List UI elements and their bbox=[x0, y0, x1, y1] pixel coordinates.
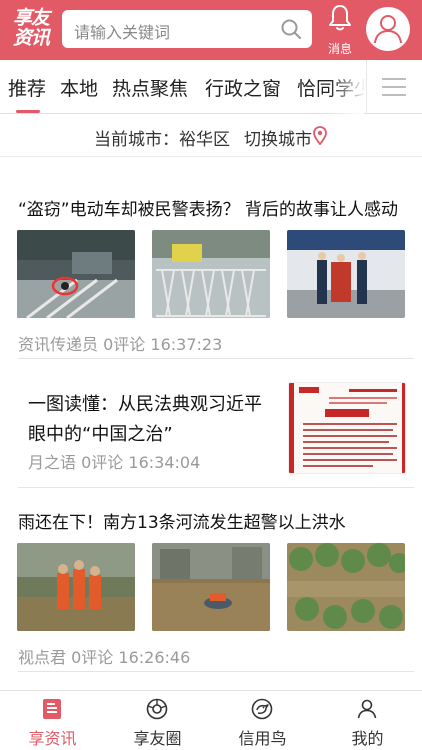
switch-city-link[interactable]: 切换城市 bbox=[244, 125, 312, 150]
divider bbox=[18, 358, 414, 359]
user-avatar[interactable] bbox=[366, 7, 410, 51]
nav-mine[interactable]: 我的 bbox=[315, 691, 420, 750]
news-time: 16:37:23 bbox=[150, 335, 223, 354]
person-icon bbox=[357, 699, 377, 719]
news-title-line1[interactable]: 一图读懂：从民法典观习近平 bbox=[28, 390, 262, 416]
news-item[interactable]: 一图读懂：从民法典观习近平 眼中的“中国之治” 月之语 0评论 16:34:04 bbox=[0, 360, 422, 490]
current-city: 当前城市：裕华区 bbox=[94, 130, 230, 150]
news-thumbnail[interactable] bbox=[152, 230, 270, 318]
news-image bbox=[289, 383, 405, 473]
nav-credit-bird[interactable]: 信用鸟 bbox=[210, 691, 315, 750]
messages-button[interactable]: 消息 bbox=[322, 4, 358, 56]
news-title-line2[interactable]: 眼中的“中国之治” bbox=[28, 420, 173, 446]
nav-label: 享友圈 bbox=[133, 729, 182, 748]
tab-menu-button[interactable] bbox=[366, 60, 422, 114]
nav-friends-circle[interactable]: 享友圈 bbox=[105, 691, 210, 750]
user-avatar-icon bbox=[374, 15, 402, 44]
logo-line2: 资讯 bbox=[12, 27, 50, 49]
top-header: 享友 资讯 请输入关键词 消息 bbox=[0, 0, 422, 60]
nav-label: 我的 bbox=[351, 729, 384, 748]
bell-icon bbox=[329, 5, 351, 31]
news-title[interactable]: “盗窃”电动车却被民警表扬？ 背后的故事让人感动 bbox=[18, 195, 398, 220]
news-icon bbox=[43, 699, 61, 719]
news-time: 16:34:04 bbox=[128, 453, 201, 472]
news-thumbnail[interactable] bbox=[287, 230, 405, 318]
divider bbox=[18, 671, 414, 672]
tab-recommend[interactable]: 推荐 bbox=[8, 74, 46, 101]
news-source: 资讯传递员 bbox=[18, 335, 99, 354]
divider bbox=[18, 487, 414, 488]
news-thumbnail[interactable] bbox=[17, 230, 135, 318]
search-placeholder: 请输入关键词 bbox=[74, 23, 171, 42]
camera-icon bbox=[146, 698, 168, 720]
news-thumbnail[interactable] bbox=[287, 543, 405, 631]
news-thumbnail[interactable] bbox=[288, 382, 406, 474]
city-bar: 当前城市：裕华区 切换城市 bbox=[0, 115, 422, 157]
news-comments: 0评论 bbox=[103, 335, 146, 354]
news-image bbox=[17, 230, 135, 318]
messages-label: 消息 bbox=[327, 42, 352, 56]
app-logo[interactable]: 享友 资讯 bbox=[8, 8, 54, 52]
location-pin-icon[interactable] bbox=[313, 126, 327, 145]
menu-icon bbox=[382, 78, 406, 80]
news-source: 视点君 bbox=[18, 648, 67, 667]
bottom-nav: 享资讯 享友圈 信用鸟 我的 bbox=[0, 690, 422, 750]
news-time: 16:26:46 bbox=[118, 648, 191, 667]
nav-label: 信用鸟 bbox=[238, 729, 287, 748]
logo-line1: 享友 bbox=[12, 7, 50, 29]
tab-hot-focus[interactable]: 热点聚焦 bbox=[112, 74, 188, 101]
news-image bbox=[152, 543, 270, 631]
tab-fade bbox=[330, 60, 364, 114]
nav-label: 享资讯 bbox=[28, 729, 77, 748]
nav-news[interactable]: 享资讯 bbox=[0, 691, 105, 750]
tab-admin-window[interactable]: 行政之窗 bbox=[205, 74, 281, 101]
news-image bbox=[152, 230, 270, 318]
news-item[interactable]: “盗窃”电动车却被民警表扬？ 背后的故事让人感动 资讯传递员 0评论 16:37… bbox=[0, 157, 422, 359]
tab-local[interactable]: 本地 bbox=[60, 74, 98, 101]
news-item[interactable]: 雨还在下！南方13条河流发生超警以上洪水 视点君 0评论 16:26:46 bbox=[0, 490, 422, 680]
search-input[interactable]: 请输入关键词 bbox=[62, 10, 312, 48]
news-title[interactable]: 雨还在下！南方13条河流发生超警以上洪水 bbox=[18, 508, 346, 533]
active-tab-indicator bbox=[16, 110, 40, 113]
bird-icon bbox=[251, 698, 273, 720]
category-tabs: 推荐 本地 热点聚焦 行政之窗 恰同学少 bbox=[0, 60, 422, 114]
search-icon[interactable] bbox=[280, 18, 302, 40]
news-image bbox=[17, 543, 135, 631]
news-thumbnail[interactable] bbox=[17, 543, 135, 631]
news-source: 月之语 bbox=[28, 453, 77, 472]
news-image bbox=[287, 230, 405, 318]
news-image bbox=[287, 543, 405, 631]
news-thumbnail[interactable] bbox=[152, 543, 270, 631]
news-comments: 0评论 bbox=[71, 648, 114, 667]
news-comments: 0评论 bbox=[81, 453, 124, 472]
